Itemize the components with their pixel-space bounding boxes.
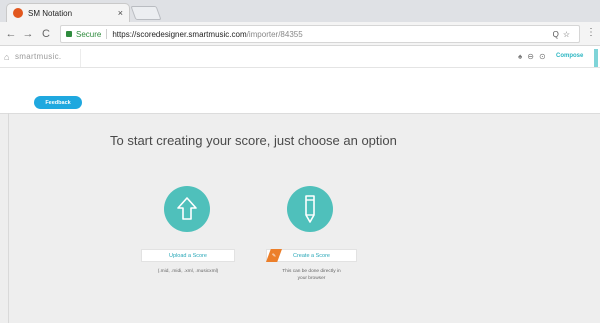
- pencil-icon: [305, 195, 315, 223]
- header-divider: [80, 49, 81, 67]
- create-score-hint: This can be done directly in your browse…: [266, 268, 357, 282]
- tab-title: SM Notation: [28, 8, 73, 18]
- home-icon[interactable]: ⌂: [4, 52, 9, 62]
- page-heading: To start creating your score, just choos…: [110, 133, 397, 148]
- address-bar[interactable]: Secure https://scoredesigner.smartmusic.…: [60, 25, 580, 43]
- url-host: https://scoredesigner.smartmusic.com: [112, 29, 247, 39]
- back-icon[interactable]: ←: [5, 26, 17, 42]
- create-score-circle[interactable]: [287, 186, 333, 232]
- browser-tab[interactable]: SM Notation ×: [6, 3, 130, 22]
- new-tab-button[interactable]: [130, 6, 162, 20]
- forward-icon[interactable]: →: [22, 26, 34, 42]
- panel-left-border: [8, 113, 9, 323]
- tab-close-icon[interactable]: ×: [118, 8, 123, 18]
- reload-icon[interactable]: C: [40, 26, 52, 42]
- app-header: [0, 47, 600, 68]
- url-path: /importer/84355: [246, 29, 303, 39]
- browser-menu-icon[interactable]: ⋮: [586, 27, 596, 38]
- upload-score-button[interactable]: Upload a Score: [141, 249, 235, 262]
- secure-label: Secure: [76, 29, 102, 39]
- url-divider: [106, 29, 108, 39]
- header-utility-icons[interactable]: ♠⊖⊙: [518, 52, 551, 61]
- compose-accent-bar: [594, 49, 598, 67]
- upload-formats-hint: (.mid, .midi, .xml, .musicxml): [157, 269, 219, 274]
- lock-icon: [66, 31, 72, 37]
- upload-score-circle[interactable]: [164, 186, 210, 232]
- compose-link[interactable]: Compose: [556, 53, 583, 59]
- create-hint-line-2: your browser: [297, 276, 326, 281]
- feedback-strip: [0, 69, 600, 113]
- zoom-and-bookmark-icons[interactable]: Q☆: [553, 30, 574, 39]
- upload-arrow-icon: [177, 197, 197, 220]
- brand-logo[interactable]: smartmusic.: [15, 52, 61, 61]
- smartmusic-favicon-icon: [13, 8, 23, 18]
- feedback-button[interactable]: Feedback: [34, 96, 82, 109]
- create-hint-line-1: This can be done directly in: [282, 269, 341, 274]
